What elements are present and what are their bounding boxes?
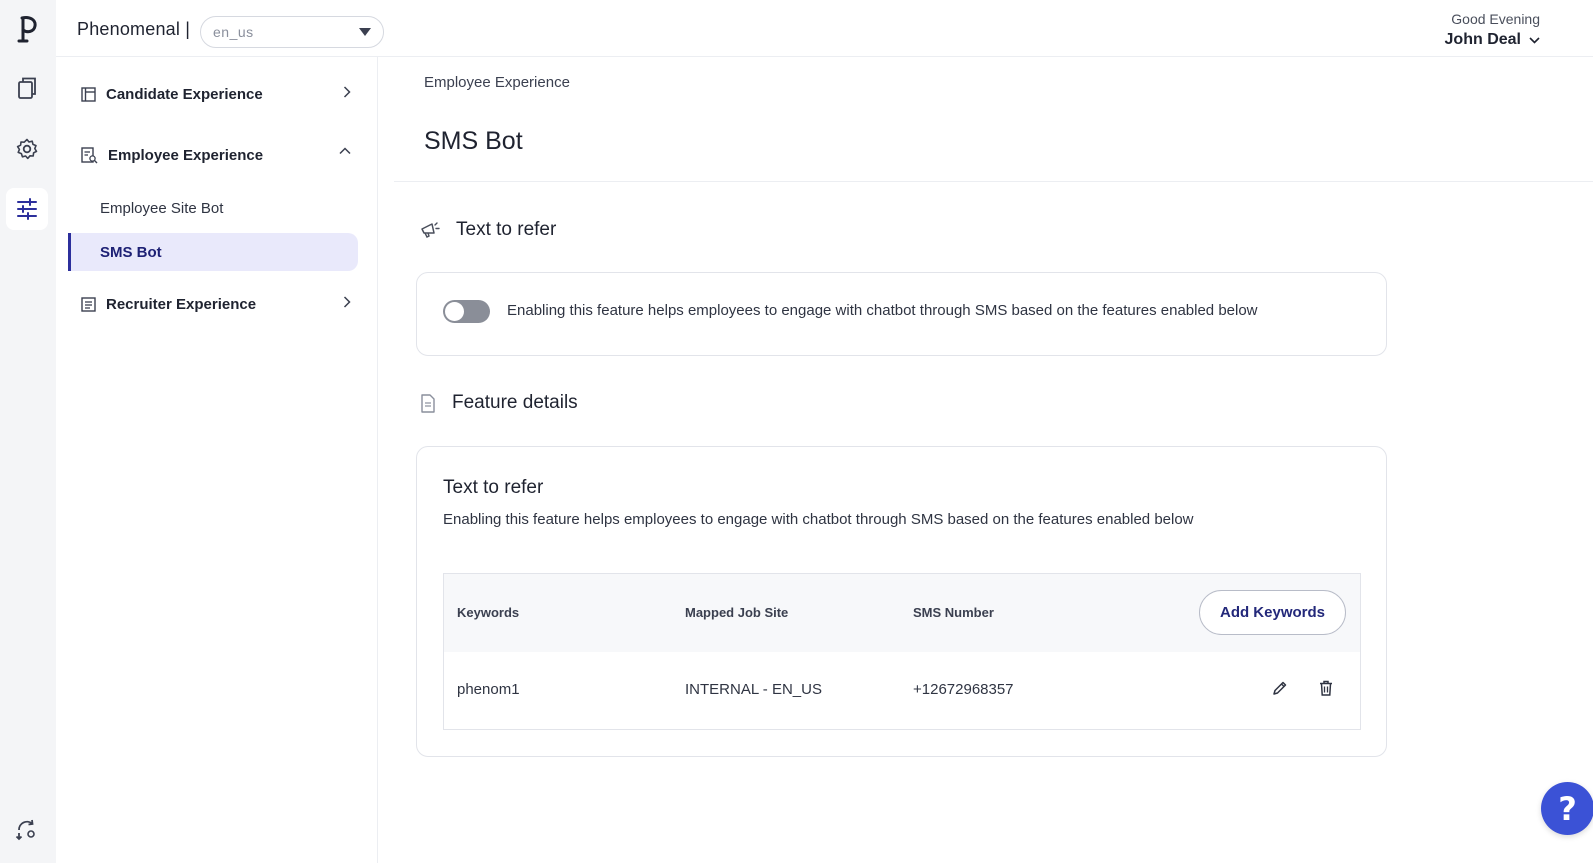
header-divider — [394, 181, 1593, 182]
cell-sms-number: +12672968357 — [913, 681, 1014, 698]
sidebar-item-label: Employee Experience — [108, 146, 264, 164]
user-greeting: Good Evening John Deal — [1445, 11, 1540, 49]
user-menu[interactable]: John Deal — [1445, 31, 1540, 49]
sidebar-item-label: Recruiter Experience — [106, 295, 257, 313]
sidebar-item-candidate-experience[interactable]: Candidate Experience — [81, 79, 351, 109]
brand-name: Phenomenal | — [77, 19, 191, 39]
column-header-sms-number: SMS Number — [913, 605, 994, 620]
toggle-knob — [445, 302, 464, 321]
sidebar-subitem-employee-site-bot[interactable]: Employee Site Bot — [100, 200, 223, 217]
delete-icon[interactable] — [1315, 677, 1337, 699]
column-header-keywords: Keywords — [457, 605, 520, 620]
sidebar-item-label: Candidate Experience — [106, 85, 263, 103]
help-button[interactable]: ? — [1541, 782, 1593, 835]
text-to-refer-section-header: Text to refer — [420, 219, 556, 241]
keywords-table: Keywords Mapped Job Site SMS Number Add … — [443, 573, 1361, 730]
add-keywords-button[interactable]: Add Keywords — [1199, 590, 1346, 635]
gear-icon[interactable] — [6, 128, 48, 170]
document-search-icon — [81, 146, 98, 163]
chevron-right-icon — [343, 86, 351, 98]
section-heading: Text to refer — [456, 219, 557, 240]
feature-details-card: Text to refer Enabling this feature help… — [416, 446, 1387, 757]
chevron-down-icon — [1529, 36, 1540, 44]
document-icon — [421, 393, 435, 413]
chevron-right-icon — [343, 296, 351, 308]
feature-card-description: Enabling this feature helps employees to… — [443, 511, 1194, 528]
cell-job-site: INTERNAL - EN_US — [685, 681, 822, 698]
top-bar: Phenomenal | en_us Good Evening John Dea… — [56, 0, 1593, 57]
layout-icon — [81, 86, 96, 102]
edit-icon[interactable] — [1269, 677, 1291, 699]
sidebar-subitem-label: SMS Bot — [100, 243, 162, 261]
sync-settings-icon[interactable] — [6, 809, 48, 851]
feature-details-section-header: Feature details — [420, 392, 578, 414]
toggle-description: Enabling this feature helps employees to… — [507, 302, 1258, 319]
sliders-icon[interactable] — [6, 188, 48, 230]
list-document-icon — [81, 296, 96, 312]
section-heading: Feature details — [452, 392, 578, 413]
text-to-refer-toggle[interactable] — [443, 300, 490, 323]
breadcrumb[interactable]: Employee Experience — [424, 74, 570, 91]
cell-keyword: phenom1 — [457, 681, 520, 698]
caret-down-icon — [359, 28, 371, 36]
table-header: Keywords Mapped Job Site SMS Number Add … — [444, 574, 1360, 652]
user-name: John Deal — [1444, 31, 1521, 48]
sidebar-item-employee-experience[interactable]: Employee Experience — [81, 140, 351, 170]
text-to-refer-card: Enabling this feature helps employees to… — [416, 272, 1387, 356]
help-icon: ? — [1558, 789, 1577, 828]
language-select-value: en_us — [213, 24, 254, 40]
side-nav: Candidate Experience Employee Experience… — [56, 57, 378, 863]
greeting-text: Good Evening — [1451, 11, 1540, 27]
documents-icon[interactable] — [6, 67, 48, 109]
sidebar-item-recruiter-experience[interactable]: Recruiter Experience — [81, 289, 351, 319]
add-keywords-label: Add Keywords — [1219, 604, 1325, 621]
sidebar-subitem-sms-bot[interactable]: SMS Bot — [68, 233, 358, 271]
phenom-logo-icon[interactable] — [12, 12, 44, 46]
page-title: SMS Bot — [424, 127, 523, 155]
megaphone-icon — [421, 222, 440, 238]
column-header-mapped-job-site: Mapped Job Site — [685, 605, 789, 620]
chevron-up-icon — [339, 147, 351, 155]
feature-card-title: Text to refer — [443, 477, 544, 498]
icon-rail — [0, 0, 56, 863]
language-select[interactable]: en_us — [200, 16, 384, 48]
